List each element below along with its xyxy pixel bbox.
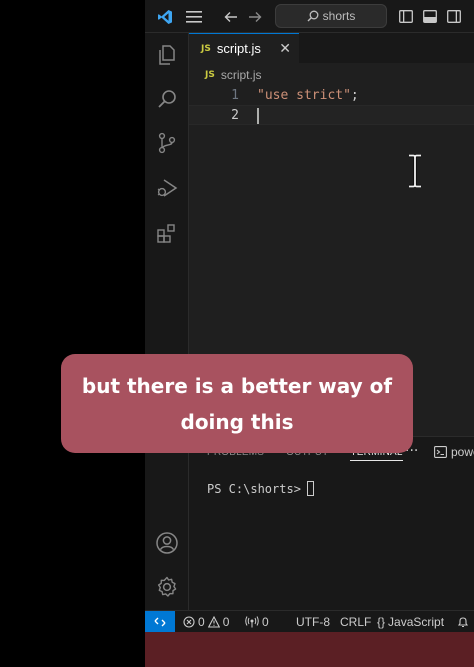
search-view-icon[interactable] (145, 81, 189, 117)
language-status[interactable]: {} JavaScript (377, 611, 444, 633)
string-token: "use strict" (257, 87, 351, 103)
js-file-icon: JS (205, 70, 215, 80)
punctuation-token: ; (350, 87, 359, 103)
warning-icon (207, 616, 220, 628)
tab-label: script.js (216, 41, 261, 56)
error-count: 0 (198, 615, 205, 629)
toggle-panel-icon[interactable] (421, 0, 439, 33)
terminal-prompt[interactable]: PS C:\shorts> (207, 481, 314, 496)
footer-strip (145, 632, 474, 667)
language-label: JavaScript (388, 615, 445, 629)
eol-status[interactable]: CRLF (340, 611, 371, 633)
js-file-icon: JS (201, 43, 211, 54)
search-icon (307, 10, 319, 22)
close-icon[interactable]: ✕ (279, 40, 291, 57)
caption-text: but there is a better way of doing this (81, 373, 393, 434)
accounts-icon[interactable] (145, 525, 189, 561)
warning-count: 0 (222, 615, 230, 629)
title-bar: shorts (145, 0, 474, 33)
line-number: 1 (231, 87, 239, 103)
source-control-icon[interactable] (145, 125, 189, 161)
status-bar: 0 0 0 UTF-8 CRLF {} JavaScript (145, 610, 474, 633)
toggle-sidebar-icon[interactable] (397, 0, 415, 33)
error-icon (183, 616, 195, 628)
editor-tab-bar: JS script.js ✕ (189, 33, 474, 63)
vscode-logo-icon (151, 0, 179, 33)
vscode-window: shorts JS script.js ✕ JS script.js 1 "us… (145, 0, 474, 667)
menu-icon[interactable] (183, 0, 205, 33)
ports-status[interactable]: 0 (245, 611, 269, 633)
eol-label: CRLF (340, 615, 372, 629)
command-center-search[interactable]: shorts (275, 4, 387, 28)
toggle-secondary-sidebar-icon[interactable] (445, 0, 463, 33)
notifications-status[interactable] (457, 611, 469, 633)
broadcast-icon (245, 616, 259, 628)
text-cursor (257, 108, 259, 124)
problems-status[interactable]: 0 0 (183, 611, 229, 633)
code-line-current[interactable]: 2 (189, 105, 474, 125)
terminal-shell-selector[interactable]: powe (434, 445, 474, 459)
encoding-label: UTF-8 (296, 615, 330, 629)
prompt-text: PS C:\shorts> (207, 481, 301, 496)
encoding-status[interactable]: UTF-8 (296, 611, 330, 633)
line-code: "use strict"; (257, 88, 359, 103)
ibeam-cursor-icon (407, 153, 423, 192)
run-debug-icon[interactable] (145, 170, 189, 206)
video-caption: but there is a better way of doing this (61, 354, 413, 453)
tab-script-js[interactable]: JS script.js ✕ (189, 33, 299, 63)
bell-icon (457, 617, 469, 628)
terminal-cursor (306, 481, 314, 496)
search-text: shorts (322, 9, 356, 23)
terminal-icon (434, 446, 447, 458)
breadcrumb-file[interactable]: script.js (221, 68, 262, 82)
extensions-icon[interactable] (145, 215, 189, 251)
line-number: 2 (231, 107, 239, 123)
bottom-panel: PROBLEMS OUTPUT TERMINAL ··· powe PS C:\… (189, 436, 474, 610)
settings-gear-icon[interactable] (145, 569, 189, 605)
forward-arrow-icon[interactable] (245, 0, 265, 33)
remote-indicator[interactable] (145, 611, 175, 633)
remote-icon (154, 617, 166, 627)
black-margin (0, 0, 145, 667)
breadcrumb[interactable]: JS script.js (205, 66, 262, 84)
back-arrow-icon[interactable] (221, 0, 241, 33)
braces-icon: {} (377, 615, 386, 629)
code-line[interactable]: 1 "use strict"; (189, 85, 474, 105)
explorer-icon[interactable] (145, 37, 189, 73)
ports-count: 0 (262, 615, 269, 629)
shell-name: powe (451, 445, 474, 459)
activity-bar (145, 33, 189, 610)
